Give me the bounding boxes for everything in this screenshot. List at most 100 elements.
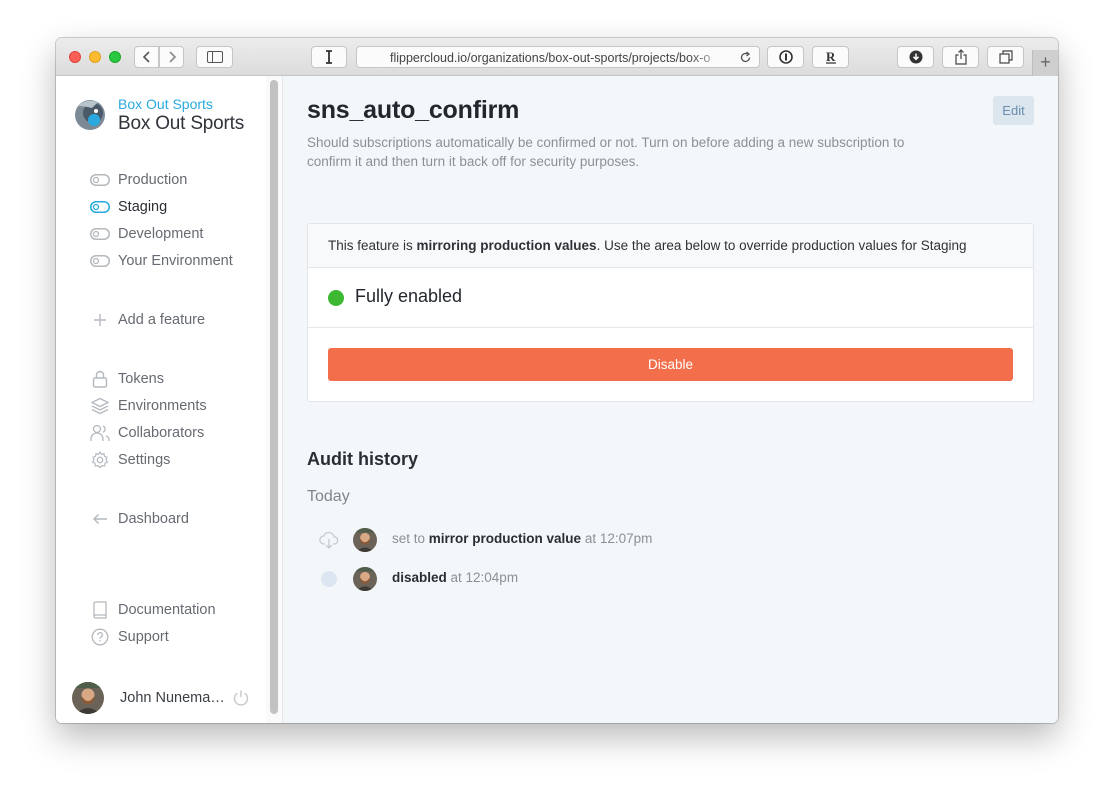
sidebar-item-label: Production: [118, 172, 188, 188]
gear-icon: [90, 450, 110, 470]
sidebar-item-production[interactable]: Production: [90, 170, 187, 190]
back-button[interactable]: [134, 46, 159, 68]
users-icon: [90, 423, 110, 443]
sidebar-item-your-environment[interactable]: Your Environment: [90, 251, 233, 271]
reload-icon[interactable]: [739, 51, 752, 64]
plus-icon: [90, 310, 110, 330]
sidebar-item-label: Development: [118, 226, 204, 242]
dashboard-link[interactable]: Dashboard: [90, 509, 189, 529]
book-icon: [90, 600, 110, 620]
feature-description: Should subscriptions automatically be co…: [307, 135, 905, 169]
toggle-on-icon: [90, 197, 110, 217]
download-icon: [909, 50, 922, 64]
notice-suffix: . Use the area below to override product…: [596, 238, 967, 253]
password-icon: [778, 50, 793, 64]
toggle-off-icon: [90, 170, 110, 190]
password-manager-button[interactable]: [767, 46, 804, 68]
toggle-off-icon: [90, 224, 110, 244]
status-text: Fully enabled: [355, 286, 463, 306]
organization-link[interactable]: Box Out Sports: [118, 96, 213, 112]
audit-event: set to mirror production value at 12:07p…: [319, 528, 919, 552]
feature-title: sns_auto_confirm: [307, 96, 520, 124]
lock-icon: [90, 369, 110, 389]
toggle-off-icon: [90, 251, 110, 271]
tabs-overview-button[interactable]: [987, 46, 1024, 68]
project-logo: [75, 100, 105, 130]
tabs-icon: [998, 50, 1013, 64]
browser-window: flippercloud.io/organizations/box-out-sp…: [56, 38, 1058, 723]
sidebar-item-support[interactable]: Support: [90, 627, 169, 647]
sidebar-item-label: Documentation: [118, 602, 216, 618]
add-feature-label: Add a feature: [118, 312, 206, 328]
share-button[interactable]: [942, 46, 979, 68]
event-time: at 12:07pm: [581, 531, 653, 546]
sidebar-item-documentation[interactable]: Documentation: [90, 600, 216, 620]
event-text: disabled at 12:04pm: [392, 570, 518, 585]
sidebar-item-tokens[interactable]: Tokens: [90, 369, 164, 389]
notice-prefix: This feature is: [328, 238, 417, 253]
close-window-button[interactable]: [69, 51, 81, 63]
minimize-window-button[interactable]: [89, 51, 101, 63]
dashboard-label: Dashboard: [118, 511, 189, 527]
address-bar[interactable]: flippercloud.io/organizations/box-out-sp…: [356, 46, 760, 68]
chevron-right-icon: [168, 51, 176, 63]
text-cursor-button[interactable]: [311, 46, 347, 68]
sidebar-toggle-button[interactable]: [196, 46, 233, 68]
event-avatar: [353, 528, 377, 552]
sidebar-item-environments[interactable]: Environments: [90, 396, 207, 416]
disable-button[interactable]: Disable: [328, 348, 1013, 381]
main-content: sns_auto_confirm Should subscriptions au…: [283, 76, 1058, 723]
event-action: mirror production value: [428, 531, 582, 546]
sidebar-item-label: Environments: [118, 398, 207, 414]
sidebar-item-collaborators[interactable]: Collaborators: [90, 423, 204, 443]
event-time: at 12:04pm: [446, 570, 519, 585]
audit-event: disabled at 12:04pm: [319, 567, 919, 591]
cloud-download-icon: [319, 531, 339, 549]
add-feature-link[interactable]: Add a feature: [90, 310, 205, 330]
text-cursor-icon: [326, 50, 332, 64]
event-action: disabled: [392, 570, 447, 585]
new-tab-button[interactable]: +: [1032, 50, 1058, 76]
edit-button[interactable]: Edit: [993, 96, 1034, 125]
layers-icon: [90, 396, 110, 416]
plus-icon: +: [1040, 52, 1051, 72]
notice-emphasis: mirroring production values: [416, 238, 597, 253]
status-dot-icon: [328, 290, 344, 306]
user-avatar[interactable]: [72, 682, 104, 714]
sidebar-item-label: Collaborators: [118, 425, 205, 441]
url-text: flippercloud.io/organizations/box-out-sp…: [390, 51, 711, 65]
readability-icon: R: [825, 50, 836, 64]
sidebar-item-development[interactable]: Development: [90, 224, 203, 244]
svg-text:R: R: [826, 50, 836, 64]
arrow-left-icon: [90, 509, 110, 529]
readability-button[interactable]: R: [812, 46, 849, 68]
dot-icon: [321, 571, 337, 587]
sidebar-item-settings[interactable]: Settings: [90, 450, 170, 470]
sidebar-icon: [206, 51, 223, 63]
status-row: Fully enabled: [308, 268, 1033, 328]
sidebar-item-label: Staging: [118, 199, 168, 215]
event-text: set to mirror production value at 12:07p…: [392, 531, 652, 546]
help-circle-icon: [90, 627, 110, 647]
project-name: Box Out Sports: [118, 113, 245, 134]
audit-day-heading: Today: [307, 488, 350, 505]
browser-toolbar: flippercloud.io/organizations/box-out-sp…: [56, 38, 1058, 76]
feature-status-card: This feature is mirroring production val…: [307, 223, 1034, 402]
zoom-window-button[interactable]: [109, 51, 121, 63]
chevron-left-icon: [142, 51, 150, 63]
sidebar-item-label: Settings: [118, 452, 171, 468]
user-name: John Nunemaker: [120, 690, 226, 706]
sidebar-item-label: Support: [118, 629, 169, 645]
forward-button[interactable]: [159, 46, 184, 68]
sidebar-item-label: Tokens: [118, 371, 164, 387]
share-icon: [954, 49, 967, 65]
mirroring-notice: This feature is mirroring production val…: [308, 224, 1033, 268]
sidebar-item-staging[interactable]: Staging: [90, 197, 167, 217]
audit-history-title: Audit history: [307, 449, 418, 469]
sidebar-scrollbar-thumb[interactable]: [270, 80, 278, 714]
event-avatar: [353, 567, 377, 591]
event-prefix: set to: [392, 531, 429, 546]
sidebar-item-label: Your Environment: [118, 253, 233, 269]
power-icon[interactable]: [232, 689, 250, 707]
downloads-button[interactable]: [897, 46, 934, 68]
